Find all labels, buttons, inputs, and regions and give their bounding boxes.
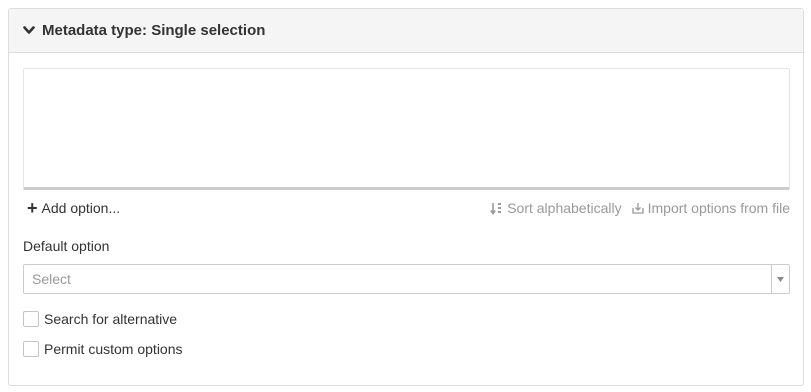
default-option-select[interactable]: Select xyxy=(23,264,790,294)
select-placeholder: Select xyxy=(32,271,71,287)
import-options-label: Import options from file xyxy=(647,200,790,216)
search-alternative-checkbox[interactable] xyxy=(23,311,39,327)
panel-header[interactable]: Metadata type: Single selection xyxy=(9,9,803,53)
options-toolbar: + Add option... Sort alphabetically Impo… xyxy=(23,197,790,219)
permit-custom-option: Permit custom options xyxy=(23,341,183,357)
add-option-button[interactable]: + Add option... xyxy=(23,199,120,217)
caret-down-icon[interactable] xyxy=(771,265,789,293)
import-options-button[interactable]: Import options from file xyxy=(631,200,790,216)
add-option-label: Add option... xyxy=(41,200,121,216)
sort-alphabetically-button[interactable]: Sort alphabetically xyxy=(490,200,622,216)
sort-icon xyxy=(490,202,502,215)
options-tools: Sort alphabetically Import options from … xyxy=(490,200,790,216)
panel-title: Metadata type: Single selection xyxy=(42,22,266,39)
plus-icon: + xyxy=(27,198,38,218)
options-list[interactable] xyxy=(23,68,790,190)
chevron-down-icon[interactable] xyxy=(22,24,36,38)
search-alternative-option: Search for alternative xyxy=(23,311,177,327)
permit-custom-checkbox[interactable] xyxy=(23,341,39,357)
search-alternative-label[interactable]: Search for alternative xyxy=(44,311,177,327)
import-icon xyxy=(631,203,644,214)
default-option-label: Default option xyxy=(23,238,110,254)
sort-alphabetically-label: Sort alphabetically xyxy=(507,200,622,216)
metadata-type-panel: Metadata type: Single selection + Add op… xyxy=(8,8,804,386)
permit-custom-label[interactable]: Permit custom options xyxy=(44,341,183,357)
